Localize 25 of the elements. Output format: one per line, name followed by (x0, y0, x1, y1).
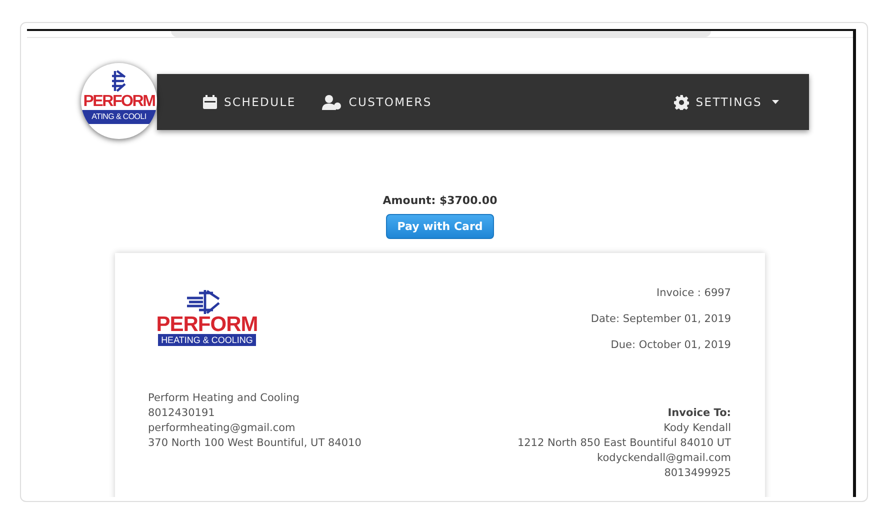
caret-icon (772, 100, 779, 104)
sender-detail: Perform Heating and Cooling (148, 391, 300, 406)
recipient-detail: kodyckendall@gmail.com (597, 451, 731, 466)
settings-icon (674, 94, 689, 110)
sender-detail: performheating@gmail.com (148, 421, 296, 436)
nav-link[interactable]: SCHEDULE (203, 95, 296, 109)
recipient-detail: 1212 North 850 East Bountiful 84010 UT (517, 436, 731, 451)
company-logo[interactable]: PERFORM ATING & COOLI (81, 63, 157, 139)
recipient-detail: Kody Kendall (664, 421, 731, 436)
invoice-to-heading: Invoice To: (668, 406, 731, 421)
recipient-detail: 8013499925 (664, 466, 731, 481)
sender-detail: 370 North 100 West Bountiful, UT 84010 (148, 436, 362, 451)
sender-detail: 8012430191 (148, 406, 216, 421)
settings-menu[interactable]: SETTINGS (674, 94, 779, 110)
amount-text: Amount: $3700.00 (382, 194, 498, 207)
logo-tagline: ATING & COOLI (81, 110, 157, 124)
logo-name: PERFORM (156, 315, 258, 334)
invoice-detail: Date: September 01, 2019 (590, 313, 731, 325)
invoice-detail: Invoice : 6997 (656, 287, 731, 299)
calendar-icon (203, 95, 217, 109)
invoice-detail: Due: October 01, 2019 (610, 339, 731, 351)
logo-name: PERFORM (83, 94, 155, 110)
users-icon (322, 94, 342, 110)
logo-tagline: HEATING & COOLING (158, 334, 256, 346)
nav-link[interactable]: CUSTOMERS (322, 94, 432, 110)
